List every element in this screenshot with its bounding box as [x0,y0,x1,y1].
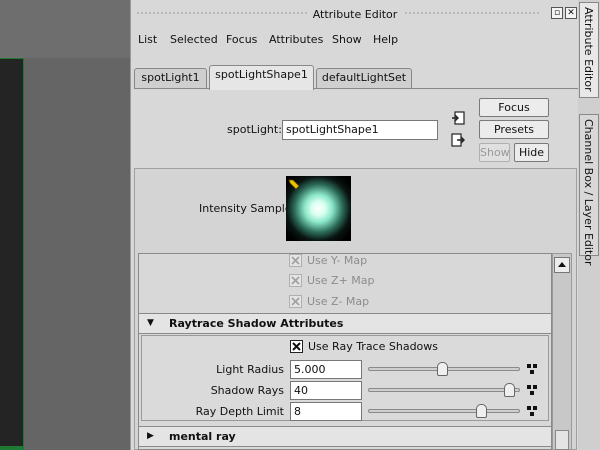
menu-bar: List Selected Focus Attributes Show Help [131,30,579,50]
use-y-minus-map-label: Use Y- Map [307,254,368,267]
scroll-up-button[interactable] [554,257,570,273]
viewport-background [0,0,130,60]
window-title: Attribute Editor [131,8,579,21]
ray-depth-limit-slider[interactable] [368,404,520,418]
menu-attributes[interactable]: Attributes [269,33,323,46]
viewport-panel[interactable] [0,0,130,450]
shadow-rays-label: Shadow Rays [210,384,284,397]
selected-object[interactable] [0,58,24,450]
close-icon[interactable]: ✕ [565,7,577,19]
use-z-plus-map-label: Use Z+ Map [307,274,375,287]
tab-attribute-editor[interactable]: Attribute Editor [579,2,599,98]
selection-outline [0,446,24,450]
shadow-rays-map-icon[interactable] [527,385,537,395]
scroll-thumb[interactable] [555,430,569,450]
dock-tabs: Attribute Editor Channel Box / Layer Edi… [578,0,600,450]
light-radius-label: Light Radius [216,363,284,376]
attribute-scroll-area[interactable]: Use Y- Map Use Z+ Map Use Z- Map ▼ Raytr… [138,253,552,450]
expand-arrow-icon: ▼ [147,318,154,328]
light-radius-map-icon[interactable] [527,364,537,374]
menu-help[interactable]: Help [373,33,398,46]
ray-depth-limit-map-icon[interactable] [527,406,537,416]
use-ray-trace-label: Use Ray Trace Shadows [308,340,439,353]
presets-button[interactable]: Presets [479,120,549,139]
focus-button[interactable]: Focus [479,98,549,117]
show-button[interactable]: Show [479,143,510,162]
ray-depth-limit-field[interactable]: 8 [290,402,362,421]
ray-depth-limit-slider-thumb[interactable] [476,404,487,418]
menu-focus[interactable]: Focus [226,33,257,46]
tab-divider [134,88,578,89]
shadow-rays-slider-thumb[interactable] [504,383,515,397]
tab-spotlightshape1[interactable]: spotLightShape1 [209,65,314,90]
light-radius-slider[interactable] [368,362,520,376]
tab-attribute-editor-label: Attribute Editor [582,7,595,92]
hide-button[interactable]: Hide [514,143,549,162]
use-ray-trace-checkbox[interactable] [290,340,303,353]
viewport-wall [20,58,130,450]
tab-defaultlightset[interactable]: defaultLightSet [316,68,412,88]
menu-show[interactable]: Show [332,33,362,46]
light-radius-field[interactable]: 5.000 [290,360,362,379]
input-connection-icon[interactable] [451,111,465,125]
node-name-field[interactable]: spotLightShape1 [282,120,438,140]
raytrace-section-title: Raytrace Shadow Attributes [169,317,344,330]
light-radius-slider-thumb[interactable] [437,362,448,376]
tab-channel-box-label: Channel Box / Layer Editor [582,119,595,266]
intensity-sample-label: Intensity Sample [199,202,292,215]
attribute-scrollbar[interactable] [552,253,572,450]
use-z-plus-map-checkbox[interactable] [289,274,302,287]
menu-list[interactable]: List [138,33,157,46]
raytrace-section-header[interactable]: ▼ Raytrace Shadow Attributes [139,313,551,334]
use-z-minus-map-checkbox[interactable] [289,295,302,308]
shadow-rays-field[interactable]: 40 [290,381,362,400]
raytrace-section-body: Use Ray Trace Shadows Light Radius 5.000… [141,335,549,421]
shadow-rays-slider[interactable] [368,383,520,397]
ray-depth-limit-label: Ray Depth Limit [195,405,284,418]
output-connection-icon[interactable] [451,133,465,147]
title-bar[interactable]: Attribute Editor ▫ ✕ [131,0,579,26]
tab-spotlight1[interactable]: spotLight1 [134,68,207,88]
node-name-label: spotLight: [227,123,282,136]
mental-ray-section-title: mental ray [169,430,236,443]
attribute-editor: Attribute Editor ▫ ✕ List Selected Focus… [130,0,578,450]
use-z-minus-map-label: Use Z- Map [307,295,370,308]
mental-ray-section-header[interactable]: ▶ mental ray [139,426,551,447]
collapse-arrow-icon: ▶ [147,431,154,441]
triangle-up-icon [558,262,566,267]
tab-channel-box[interactable]: Channel Box / Layer Editor [579,114,599,266]
use-y-minus-map-checkbox[interactable] [289,254,302,267]
pin-icon[interactable] [288,178,300,190]
menu-selected[interactable]: Selected [170,33,218,46]
float-window-icon[interactable]: ▫ [551,7,563,19]
